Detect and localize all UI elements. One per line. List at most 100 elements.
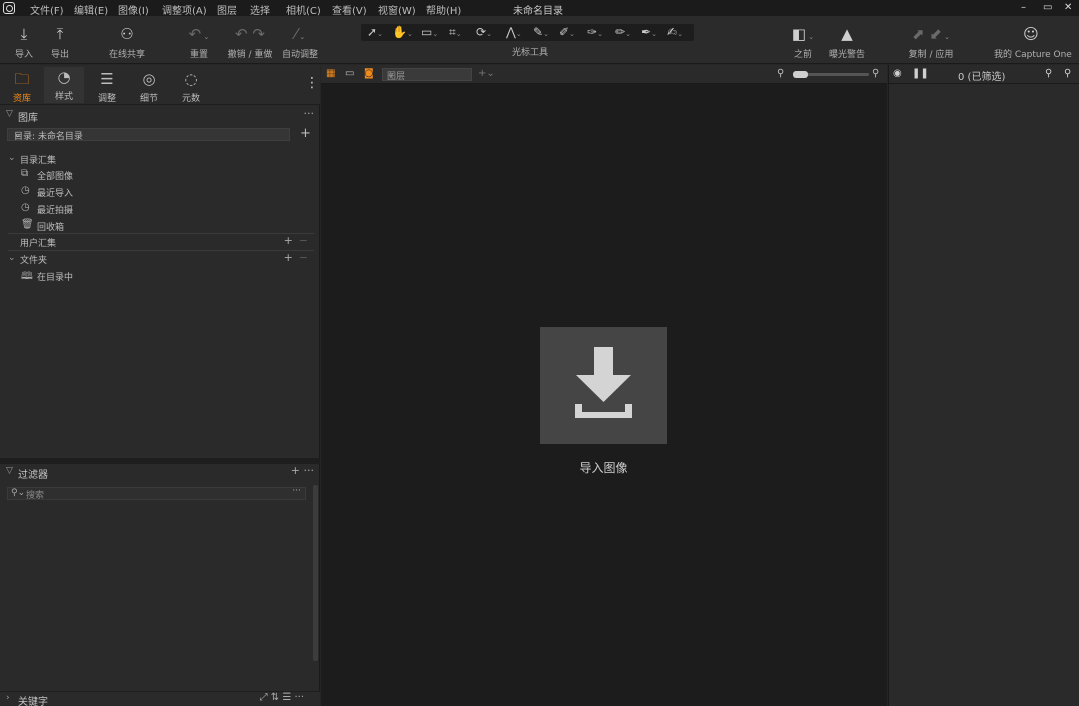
mask-tool-icon[interactable]: ✑⌄: [587, 25, 603, 39]
list-item[interactable]: ◷ 最近导入: [0, 184, 318, 200]
export-button[interactable]: ⤒ 导出: [46, 24, 74, 60]
main-toolbar: ⤓ 导入 ⤒ 导出 ⚇ 在线共享 ↶ ⌄ 重置 ↶ ↷ 撤销 / 重做 ⁄ ⌄ …: [0, 16, 1079, 64]
more-tabs-icon[interactable]: ⋮: [305, 75, 319, 91]
menu-image[interactable]: 图像(I): [118, 2, 149, 17]
before-button[interactable]: ◧ ⌄ 之前: [786, 24, 820, 60]
library-section-header[interactable]: ▽ 图库 ···: [0, 107, 320, 124]
metadata-icon: ◌: [184, 70, 198, 88]
maximize-button[interactable]: ▭: [1043, 2, 1052, 13]
stamp-tool-icon[interactable]: ▭⌄: [421, 25, 438, 39]
copy-apply-button[interactable]: ⬈ ⬋ ⌄ 复制 / 应用: [904, 24, 958, 60]
keywords-section-header[interactable]: › 关键字 ⤢ ⇅ ☰ ···: [0, 691, 320, 706]
user-collections-row[interactable]: 用户汇集 + −: [0, 234, 318, 250]
heal-tool-icon[interactable]: ✐⌄: [559, 25, 575, 39]
import-images-label[interactable]: 导入图像: [540, 459, 667, 476]
close-button[interactable]: ✕: [1064, 2, 1072, 13]
auto-adjust-button[interactable]: ⁄ ⌄ 自动调整: [280, 24, 320, 60]
picker-tool-icon[interactable]: ✎⌄: [533, 25, 549, 39]
zoom-icon[interactable]: ⚲: [1045, 68, 1052, 79]
list-item[interactable]: ⧉ 全部图像: [0, 167, 318, 183]
undo-redo-icon: ↶ ↷: [235, 25, 265, 43]
list-item[interactable]: 🕮 在目录中: [0, 268, 318, 284]
filter-scrollbar[interactable]: [313, 485, 318, 661]
tab-adjust[interactable]: ☰ 调整: [87, 69, 127, 104]
styles-icon: ◔: [57, 68, 71, 86]
menu-adjustments[interactable]: 调整项(A): [162, 2, 207, 17]
eye-icon[interactable]: ◉: [893, 68, 902, 79]
pause-icon[interactable]: ❚❚: [912, 68, 929, 79]
crop-tool-icon[interactable]: ⌗⌄: [449, 25, 462, 40]
folder-icon: 🗀: [14, 70, 30, 88]
hand-tool-icon[interactable]: ✋⌄: [392, 25, 413, 39]
exposure-warning-button[interactable]: ▲ 曝光警告: [824, 24, 870, 60]
list-item[interactable]: ◷ 最近拍摄: [0, 201, 318, 217]
list-item[interactable]: 🗑 回收箱: [0, 218, 318, 234]
copy-apply-icon: ⬈ ⬋ ⌄: [912, 25, 950, 43]
brush-tool-icon[interactable]: ✏⌄: [615, 25, 631, 39]
menu-layers[interactable]: 图层: [217, 2, 237, 17]
clock-icon: ◷: [21, 202, 30, 213]
add-icon[interactable]: +⌄: [478, 68, 495, 79]
menu-camera[interactable]: 相机(C): [286, 2, 321, 17]
reset-button[interactable]: ↶ ⌄ 重置: [182, 24, 216, 60]
single-view-icon[interactable]: ▭: [345, 68, 354, 79]
tab-detail[interactable]: ◎ 细节: [129, 69, 169, 104]
zoom-slider-thumb[interactable]: [793, 71, 808, 78]
trash-icon: 🗑: [21, 219, 34, 230]
search-options-icon[interactable]: ···: [292, 486, 301, 496]
magic-wand-icon: ⁄ ⌄: [294, 25, 306, 43]
user-icon: ☺: [1023, 25, 1039, 43]
tool-tabs: 🗀 资库 ◔ 样式 ☰ 调整 ◎ 细节 ◌ 元数 ⋮: [0, 65, 320, 105]
menu-select[interactable]: 选择: [250, 2, 270, 17]
filters-section-header[interactable]: ▽ 过滤器 + ···: [0, 464, 320, 481]
export-icon: ⤒: [56, 25, 64, 43]
zoom-in-icon[interactable]: ⚲: [872, 68, 879, 79]
rotate-tool-icon[interactable]: ⟳⌄: [476, 25, 492, 39]
undo-redo-button[interactable]: ↶ ↷ 撤销 / 重做: [226, 24, 274, 60]
zoom-out-icon[interactable]: ⚲: [777, 68, 784, 79]
import-button[interactable]: ⤓ 导入: [10, 24, 38, 60]
people-icon: ⚇: [120, 25, 134, 43]
user-collections-actions[interactable]: + −: [284, 234, 308, 247]
keywords-actions-icon[interactable]: ⤢ ⇅ ☰ ···: [260, 692, 304, 703]
filter-search-input[interactable]: ⚲⌄ 搜索 ···: [7, 486, 306, 501]
catalog-collections-row[interactable]: ⌄ 目录汇集: [0, 151, 318, 167]
tab-library[interactable]: 🗀 资库: [2, 69, 42, 104]
folders-actions[interactable]: + −: [284, 251, 308, 264]
folder-in-catalog-icon: 🕮: [21, 271, 33, 282]
menu-window[interactable]: 视窗(W): [378, 2, 416, 17]
select-cursor-icon[interactable]: ➚⌄: [367, 25, 383, 39]
menu-edit[interactable]: 编辑(E): [74, 2, 108, 17]
menu-view[interactable]: 查看(V): [332, 2, 367, 17]
account-button[interactable]: ☺ 我的 Capture One: [994, 24, 1072, 60]
add-catalog-button[interactable]: +: [300, 126, 311, 141]
title-bar: 文件(F) 编辑(E) 图像(I) 调整项(A) 图层 选择 相机(C) 查看(…: [0, 0, 1079, 17]
keystone-tool-icon[interactable]: ⋀⌄: [506, 25, 522, 39]
search-icon[interactable]: ⚲: [1064, 68, 1071, 79]
folders-row[interactable]: ⌄ 文件夹 + −: [0, 251, 318, 267]
minimize-button[interactable]: –: [1021, 2, 1026, 13]
eraser-tool-icon[interactable]: ✒⌄: [641, 25, 657, 39]
app-logo-icon: [3, 2, 15, 14]
reset-icon: ↶ ⌄: [188, 25, 210, 43]
catalog-select[interactable]: 目录: 未命名目录 ⌄: [7, 128, 290, 142]
adjust-icon: ☰: [100, 70, 114, 88]
collapse-arrow-icon: ⌄: [8, 253, 16, 263]
grid-view-icon[interactable]: ▦: [326, 68, 335, 79]
share-button[interactable]: ⚇ 在线共享: [104, 24, 150, 60]
compare-icon: ◧ ⌄: [791, 25, 815, 43]
detail-icon: ◎: [142, 70, 156, 88]
chevron-down-icon: ⌄: [387, 70, 395, 80]
gradient-tool-icon[interactable]: ✍⌄: [667, 25, 683, 39]
tab-styles[interactable]: ◔ 样式: [44, 67, 84, 103]
filtered-count: 0 (已筛选): [958, 72, 1006, 83]
filters-actions-icon[interactable]: + ···: [291, 464, 314, 477]
viewer-toggle-icon[interactable]: ◙: [364, 68, 374, 79]
section-menu-icon[interactable]: ···: [304, 107, 315, 120]
menu-file[interactable]: 文件(F): [30, 2, 64, 17]
menu-help[interactable]: 帮助(H): [426, 2, 461, 17]
browser-toolbar: ◉ ❚❚ 0 (已筛选) ⚲ ⚲: [889, 65, 1079, 84]
import-images-button[interactable]: [540, 327, 667, 444]
sort-select[interactable]: 图层 ⌄: [382, 68, 472, 82]
tab-metadata[interactable]: ◌ 元数: [171, 69, 211, 104]
